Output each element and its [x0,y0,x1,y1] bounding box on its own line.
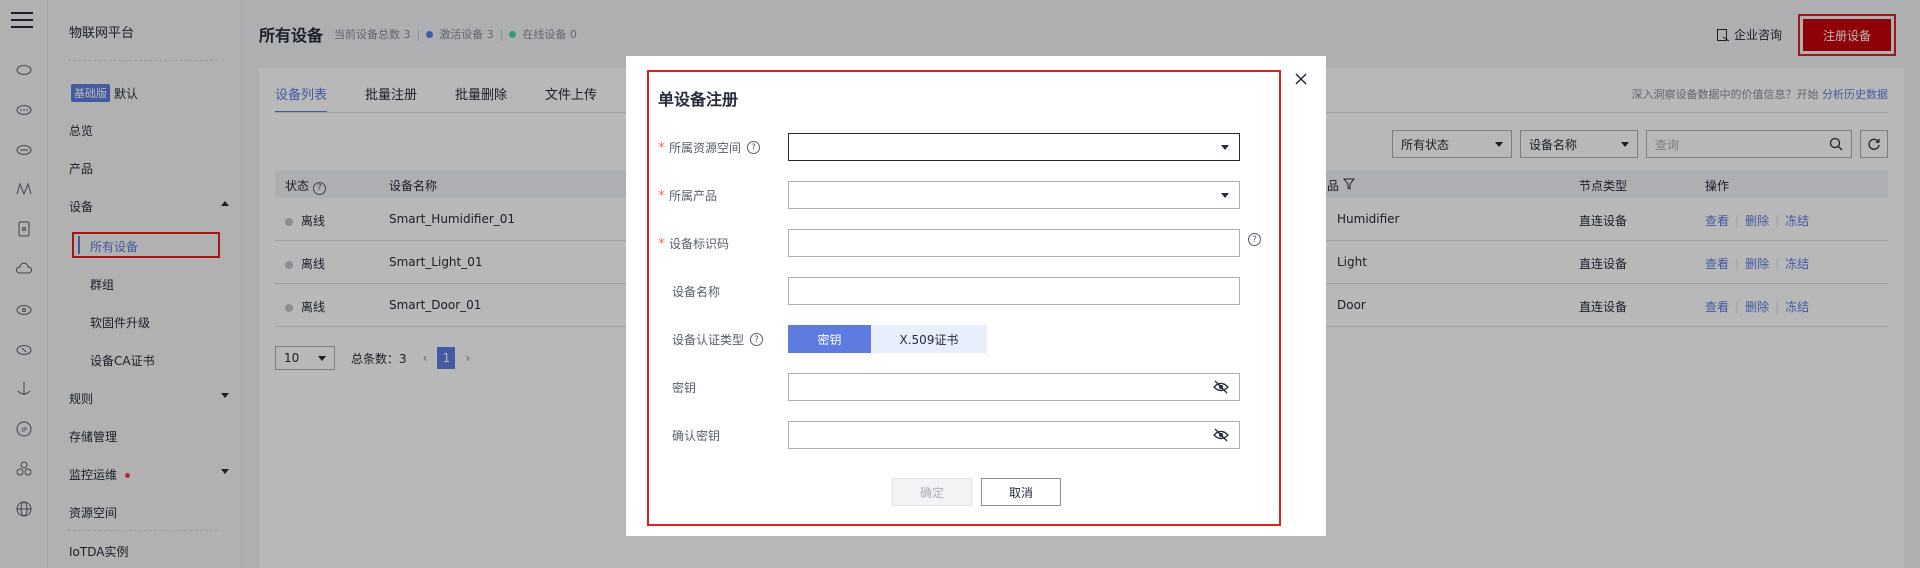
close-icon[interactable] [1294,72,1308,86]
label-text: 所属产品 [669,189,718,203]
cancel-button[interactable]: 取消 [981,478,1061,506]
field-product: * 所属产品 [658,181,1258,209]
dialog-title: 单设备注册 [658,90,739,109]
eye-off-icon[interactable] [1213,428,1229,442]
help-icon[interactable]: ? [750,333,764,346]
help-icon[interactable]: ? [747,141,761,154]
secret-input[interactable] [788,373,1240,401]
label-resource-space: * 所属资源空间? [658,139,761,156]
field-device-name: 设备名称 [658,277,1258,305]
label-secret: 密钥 [672,381,697,395]
help-icon[interactable]: ? [1248,233,1261,246]
device-name-input[interactable] [788,277,1240,305]
required-mark: * [658,187,665,204]
product-select[interactable] [788,181,1240,209]
auth-option-x509[interactable]: X.509证书 [871,325,987,353]
resource-space-select[interactable] [788,133,1240,161]
caret-down-icon [1221,145,1229,150]
field-auth-type: 设备认证类型? 密钥 X.509证书 [658,325,1258,353]
confirm-button[interactable]: 确定 [892,478,972,506]
eye-off-icon[interactable] [1213,380,1229,394]
required-mark: * [658,235,665,252]
confirm-secret-input[interactable] [788,421,1240,449]
label-text: 设备认证类型 [672,333,745,347]
field-node-id: * 设备标识码 ? [658,229,1261,257]
label-confirm-secret: 确认密钥 [672,429,721,443]
field-secret: 密钥 [658,373,1258,401]
register-device-dialog: 单设备注册 * 所属资源空间? * 所属产品 * 设备标识码 ? 设备名称 设备认证类… [626,56,1326,536]
label-node-id: * 设备标识码 [658,235,729,252]
label-device-name: 设备名称 [672,285,721,299]
field-resource-space: * 所属资源空间? [658,133,1258,161]
auth-type-toggle: 密钥 X.509证书 [788,325,987,353]
label-text: 设备标识码 [669,237,730,251]
node-id-input[interactable] [788,229,1240,257]
field-confirm-secret: 确认密钥 [658,421,1258,449]
label-product: * 所属产品 [658,187,717,204]
label-auth-type: 设备认证类型? [672,331,764,348]
auth-option-secret[interactable]: 密钥 [788,325,871,353]
required-mark: * [658,139,665,156]
label-text: 所属资源空间 [669,141,742,155]
caret-down-icon [1221,193,1229,198]
